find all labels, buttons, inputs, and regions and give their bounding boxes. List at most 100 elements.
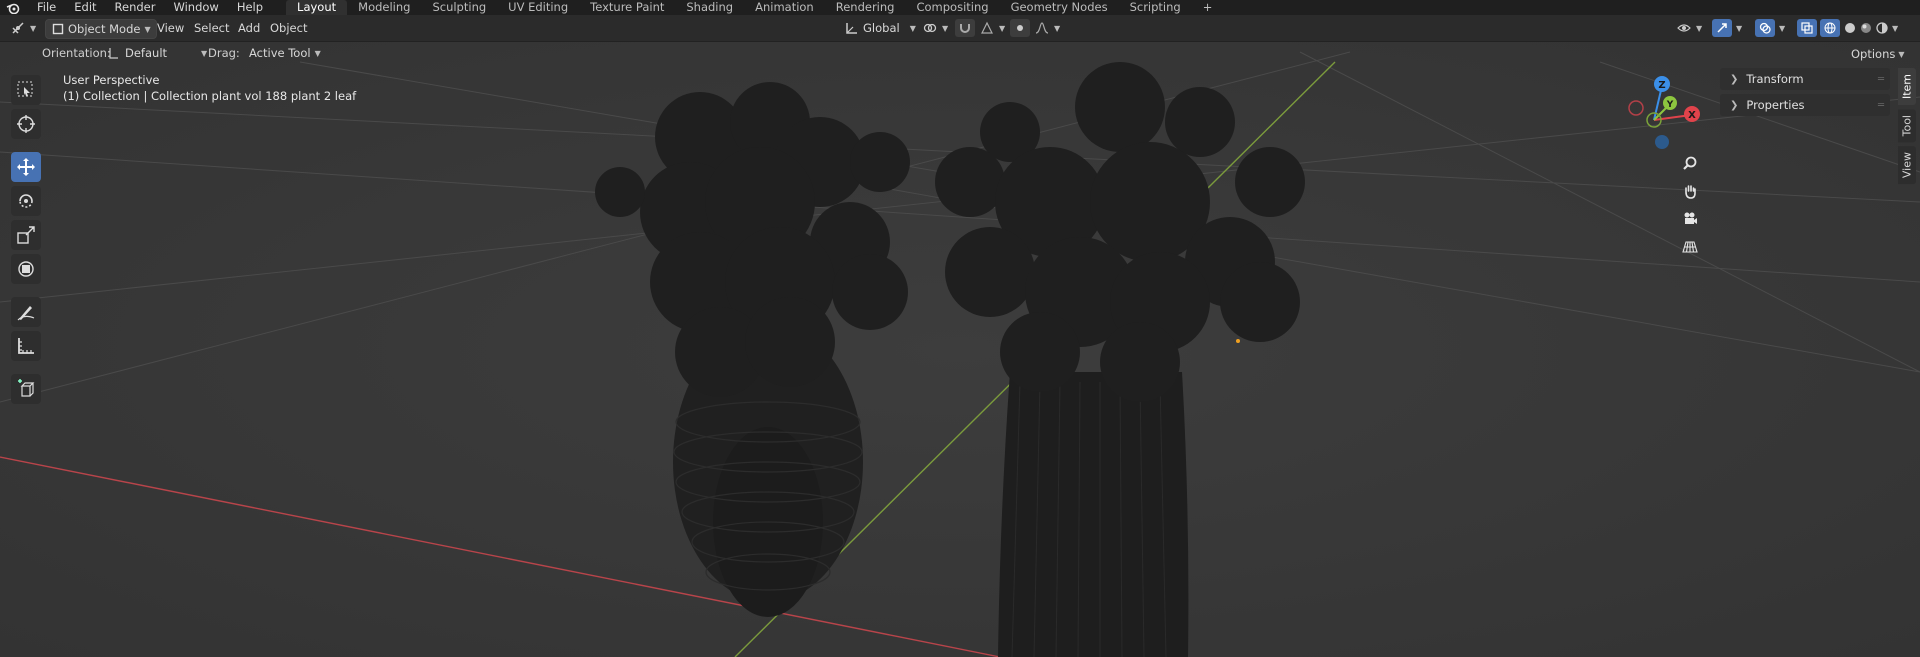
transform-orientation-label: Global [863,21,900,35]
axis-gizmo: Z X Y [1628,76,1700,149]
pan-view-button[interactable] [1678,179,1702,203]
pivot-icon [922,20,938,36]
sidebar-panel: ❯ Transform ═ ❯ Properties ═ [1720,68,1890,120]
object-origin [1236,339,1240,343]
drag-grip-icon[interactable]: ═ [1878,74,1884,85]
pivot-point-dropdown[interactable]: ▼ [922,19,948,37]
workspace-tab-sculpting[interactable]: Sculpting [421,0,497,15]
options-dropdown[interactable]: Options ▼ [1851,45,1905,63]
shading-options-dropdown[interactable]: ▼ [1892,19,1898,37]
zoom-icon [1683,156,1697,170]
collection-info: (1) Collection | Collection plant vol 18… [63,89,357,103]
shading-material-button[interactable] [1858,19,1874,37]
drag-grip-icon[interactable]: ═ [1878,100,1884,111]
cursor-tool[interactable] [11,109,41,139]
cursor-icon [17,115,35,133]
view-name: User Perspective [63,73,160,87]
ruler-icon [18,338,34,354]
perspective-toggle-button[interactable] [1678,235,1702,259]
editor-type-button[interactable]: ▼ [10,19,36,37]
viewport-info: User Perspective (1) Collection | Collec… [63,72,356,104]
workspace-tab-shading[interactable]: Shading [675,0,744,15]
camera-view-button[interactable] [1678,207,1702,231]
menu-edit[interactable]: Edit [65,0,105,15]
gizmo-toggle[interactable]: ▼ [1712,19,1742,37]
blender-logo-icon[interactable] [6,0,22,15]
mode-dropdown[interactable]: Object Mode ▼ [45,19,157,39]
menu-object[interactable]: Object [270,19,307,37]
transform-panel-header[interactable]: ❯ Transform ═ [1720,68,1890,90]
add-cube-icon [18,379,35,397]
sidebar-tabs: Item Tool View [1898,68,1918,189]
z-axis-label: Z [1658,80,1665,91]
tab-item[interactable]: Item [1898,68,1916,106]
eye-icon [1676,20,1692,36]
rotate-icon [19,194,33,208]
workspace-tab-geometry-nodes[interactable]: Geometry Nodes [1000,0,1119,15]
visibility-dropdown[interactable]: ▼ [1676,19,1702,37]
properties-panel-title: Properties [1746,98,1805,112]
properties-panel-header[interactable]: ❯ Properties ═ [1720,94,1890,116]
workspace-tab-modeling[interactable]: Modeling [347,0,421,15]
zoom-view-button[interactable] [1678,151,1702,175]
transform-tool[interactable] [11,254,41,284]
workspace-tab-rendering[interactable]: Rendering [825,0,906,15]
transform-orientation-dropdown[interactable]: Global ▼ [843,19,916,37]
shading-rendered-button[interactable] [1874,19,1890,37]
menu-view[interactable]: View [157,19,184,37]
right-vase [998,372,1189,657]
select-box-icon [17,81,33,97]
wireframe-sphere-icon [1820,19,1840,37]
menu-select[interactable]: Select [194,19,229,37]
annotate-pencil-icon [17,306,35,321]
workspace-tab-compositing[interactable]: Compositing [905,0,999,15]
overlays-toggle[interactable]: ▼ [1755,19,1785,37]
workspace-tab-texture-paint[interactable]: Texture Paint [579,0,675,15]
chevron-right-icon: ❯ [1730,73,1739,85]
scale-tool[interactable] [11,220,41,250]
mode-label: Object Mode [68,22,141,36]
shading-solid-button[interactable] [1842,19,1858,37]
xray-toggle[interactable] [1797,19,1817,37]
workspace-tab-layout[interactable]: Layout [286,0,348,15]
transform-panel-title: Transform [1746,72,1804,86]
add-workspace-button[interactable]: + [1192,0,1224,15]
chevron-right-icon: ❯ [1730,99,1739,111]
workspace-tab-scripting[interactable]: Scripting [1119,0,1192,15]
camera-icon [1684,212,1697,224]
orientation-dropdown[interactable]: Default ▼ [105,44,207,62]
menu-help[interactable]: Help [228,0,272,15]
orientation-axes-icon [843,20,859,36]
drag-dropdown[interactable]: Active Tool ▼ [249,44,321,62]
tool-settings-bar: Orientation: Default ▼ Drag: Active Tool… [0,42,1920,64]
menu-file[interactable]: File [28,0,65,15]
select-box-tool[interactable] [11,75,41,105]
shading-wireframe-button[interactable] [1820,19,1840,37]
measure-tool[interactable] [11,331,41,361]
tab-view[interactable]: View [1898,146,1916,185]
xray-icon [1797,19,1817,37]
left-toolbar [8,72,44,408]
magnet-icon [955,19,975,37]
rotate-tool[interactable] [11,186,41,216]
menu-add[interactable]: Add [238,19,260,37]
object-mode-icon [52,21,64,37]
navigation-gizmo[interactable]: Z X Y [1622,72,1702,152]
add-cube-tool[interactable] [11,374,41,404]
workspace-tab-uv-editing[interactable]: UV Editing [497,0,579,15]
options-label: Options [1851,47,1896,61]
tab-tool[interactable]: Tool [1898,109,1916,143]
x-axis-label: X [1688,110,1696,121]
menu-window[interactable]: Window [164,0,227,15]
orientation-icon [105,45,121,61]
snap-toggle[interactable]: ▼ [955,19,1005,37]
hand-icon [1685,185,1696,199]
menu-render[interactable]: Render [106,0,165,15]
gizmo-icon [1712,19,1732,37]
move-tool[interactable] [11,152,41,182]
proportional-edit-toggle[interactable]: ▼ [1010,19,1060,37]
rendered-sphere-icon [1874,20,1890,36]
workspace-tab-animation[interactable]: Animation [744,0,825,15]
annotate-tool[interactable] [11,297,41,327]
top-menu-bar: File Edit Render Window Help Layout Mode… [0,0,1920,15]
